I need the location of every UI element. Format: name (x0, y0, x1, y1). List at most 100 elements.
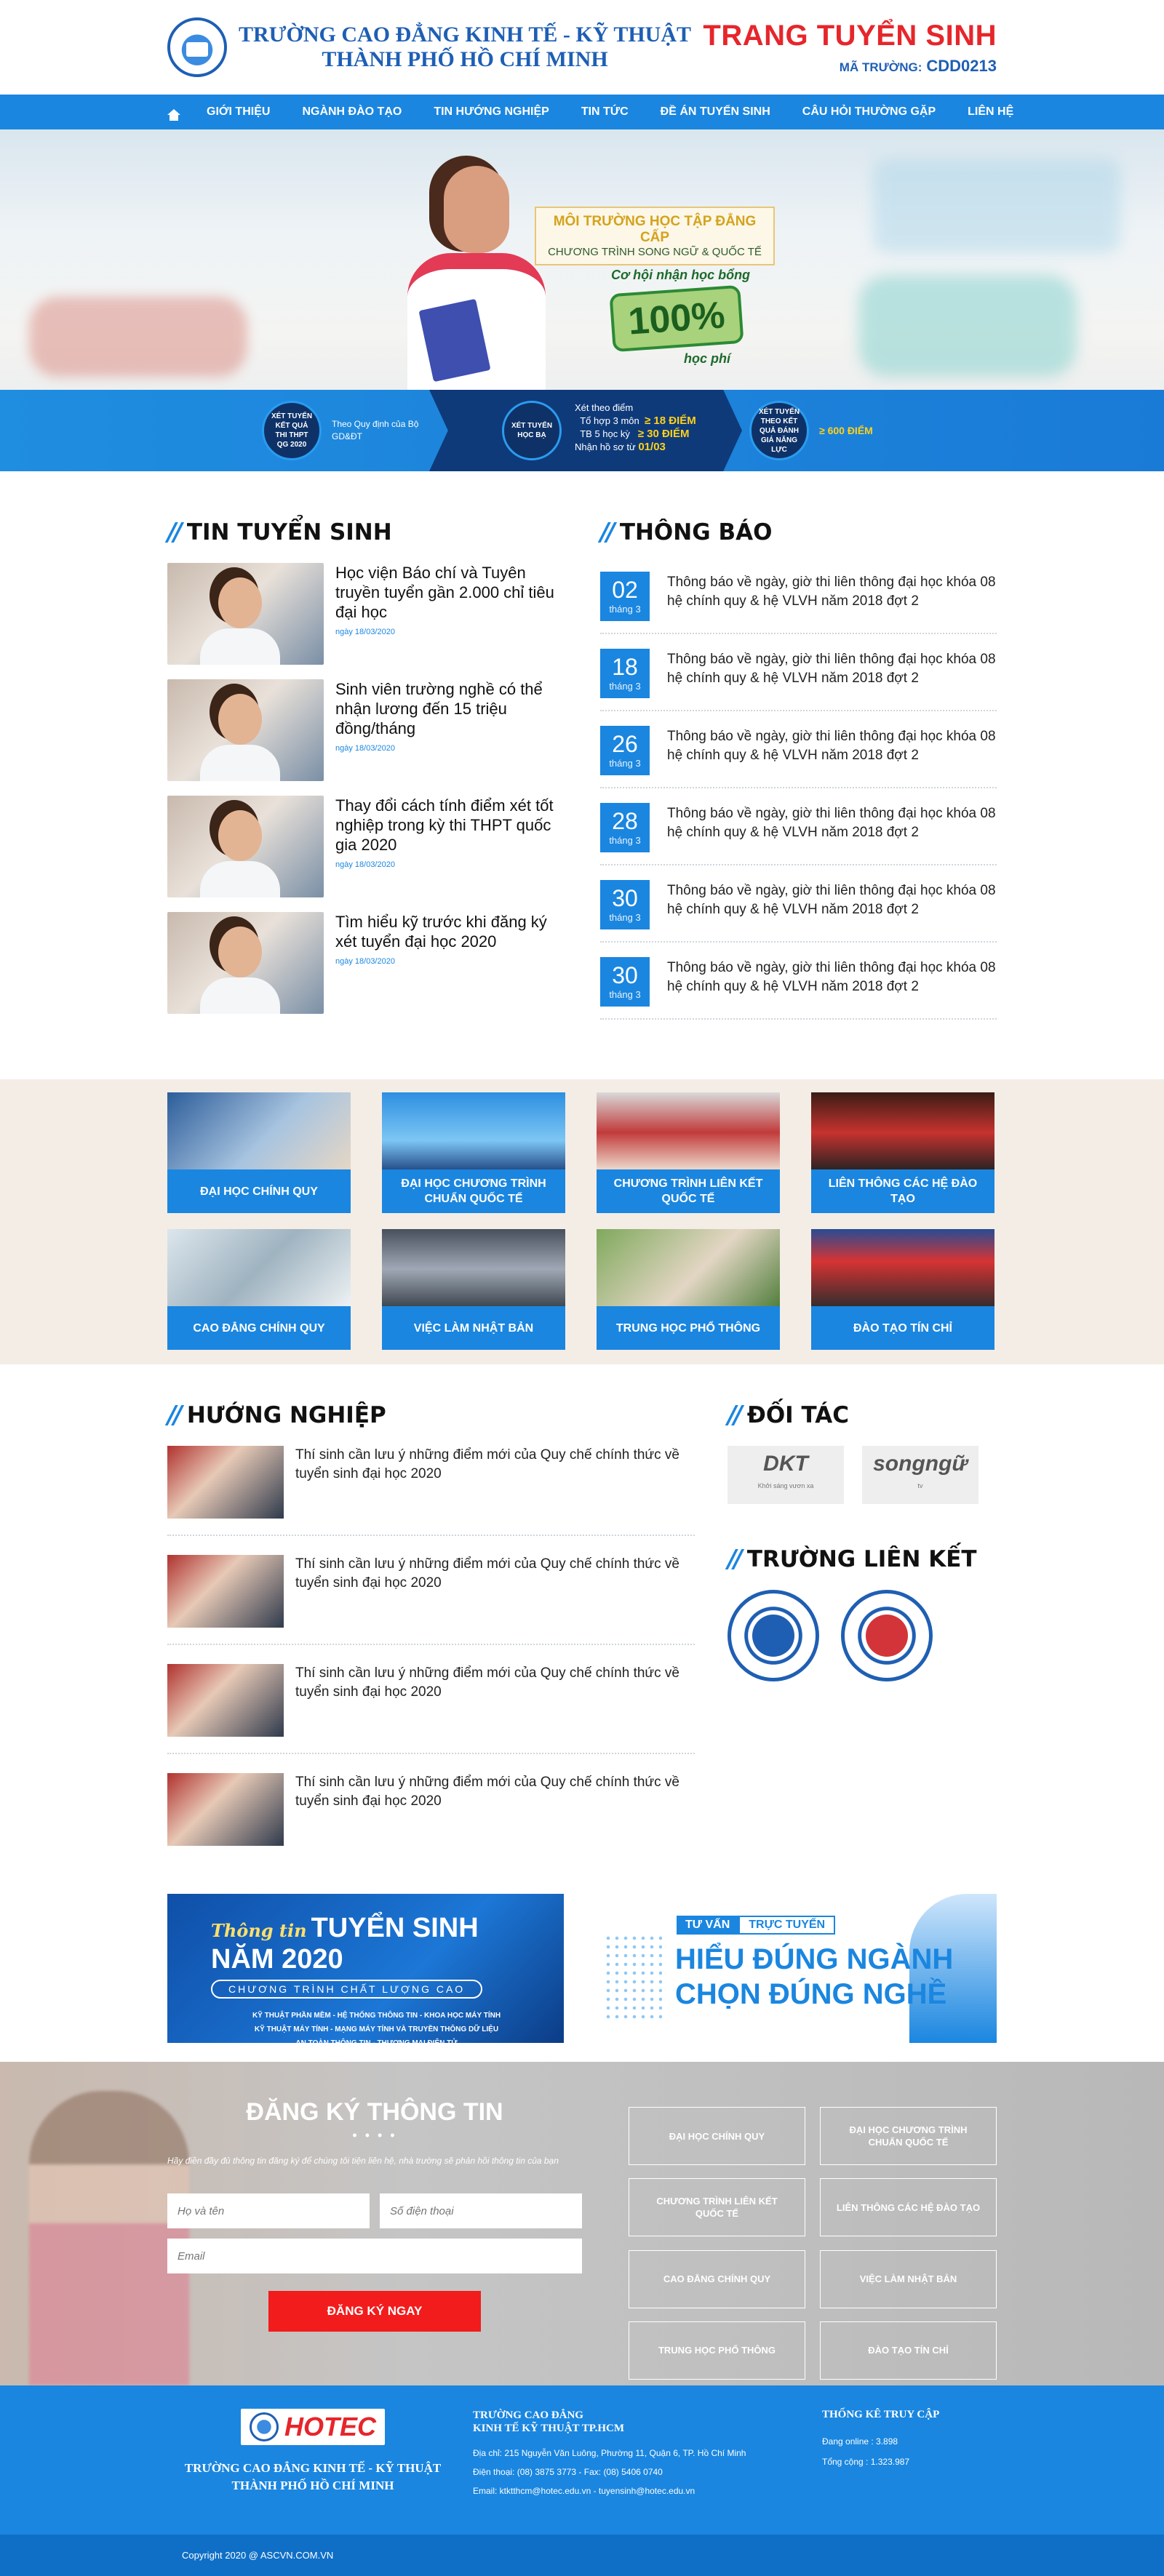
program-card[interactable]: CAO ĐẲNG CHÍNH QUY (167, 1229, 351, 1350)
register-option[interactable]: ĐÀO TẠO TÍN CHỈ (820, 2321, 997, 2380)
school-logo[interactable] (167, 17, 227, 77)
notice-text[interactable]: Thông báo về ngày, giờ thi liên thông đạ… (667, 649, 997, 698)
notice-item[interactable]: 30 tháng 3 Thông báo về ngày, giờ thi liê… (600, 948, 997, 1020)
criteria-thpt: XÉT TUYỂN KẾT QUẢ THI THPT QG 2020 (262, 401, 322, 460)
program-card[interactable]: ĐẠI HỌC CHÍNH QUY (167, 1092, 351, 1213)
program-image[interactable] (167, 1229, 351, 1309)
career-item[interactable]: Thí sinh cần lưu ý những điểm mới của Qu… (167, 1664, 695, 1754)
online-advice-banner[interactable]: TƯ VẤN TRỰC TUYẾN HIỂU ĐÚNG NGÀNH CHỌN Đ… (589, 1894, 997, 2043)
news-item[interactable]: Học viện Báo chí và Tuyên truyền tuyển g… (167, 563, 571, 665)
program-card[interactable]: LIÊN THÔNG CÁC HỆ ĐÀO TẠO (811, 1092, 994, 1213)
register-option[interactable]: LIÊN THÔNG CÁC HỆ ĐÀO TẠO (820, 2178, 997, 2237)
register-button[interactable]: ĐĂNG KÝ NGAY (268, 2291, 481, 2332)
register-option[interactable]: VIỆC LÀM NHẬT BẢN (820, 2249, 997, 2308)
notice-item[interactable]: 30 tháng 3 Thông báo về ngày, giờ thi liê… (600, 871, 997, 943)
recruit-title: TRANG TUYỂN SINH (703, 19, 997, 52)
linked-school-logo-university[interactable] (841, 1590, 933, 1681)
criteria-line-4: Nhận hồ sơ từ 01/03 (575, 441, 666, 453)
register-option[interactable]: CHƯƠNG TRÌNH LIÊN KẾT QUỐC TẾ (629, 2178, 805, 2237)
register-option[interactable]: ĐẠI HỌC CHƯƠNG TRÌNH CHUẨN QUỐC TẾ (820, 2107, 997, 2165)
career-item-title[interactable]: Thí sinh cần lưu ý những điểm mới của Qu… (295, 1773, 695, 1846)
program-card[interactable]: CHƯƠNG TRÌNH LIÊN KẾT QUỐC TẾ (597, 1092, 780, 1213)
news-item[interactable]: Tìm hiểu kỹ trước khi đăng ký xét tuyển … (167, 912, 571, 1014)
program-label[interactable]: VIỆC LÀM NHẬT BẢN (382, 1306, 565, 1350)
program-image[interactable] (167, 1092, 351, 1172)
criteria-thpt-note: Theo Quy định của Bộ GD&ĐT (332, 419, 419, 441)
program-label[interactable]: TRUNG HỌC PHỔ THÔNG (597, 1306, 780, 1350)
nav-item-de-an-tuyen-sinh[interactable]: Đề án tuyển sinh (645, 95, 786, 129)
footer-logo[interactable]: HOTEC (241, 2409, 385, 2445)
program-card[interactable]: ĐÀO TẠO TÍN CHỈ (811, 1229, 994, 1350)
news-thumbnail[interactable] (167, 796, 324, 897)
career-item[interactable]: Thí sinh cần lưu ý những điểm mới của Qu… (167, 1773, 695, 1862)
program-label[interactable]: CAO ĐẲNG CHÍNH QUY (167, 1306, 351, 1350)
career-thumbnail[interactable] (167, 1446, 284, 1519)
banner-pill: CHƯƠNG TRÌNH CHẤT LƯỢNG CAO (211, 1980, 483, 1999)
program-label[interactable]: CHƯƠNG TRÌNH LIÊN KẾT QUỐC TẾ (597, 1169, 780, 1213)
career-thumbnail[interactable] (167, 1664, 284, 1737)
hero-scholarship-text: Cơ hội nhận học bổng (611, 268, 751, 282)
notice-item[interactable]: 28 tháng 3 Thông báo về ngày, giờ thi liê… (600, 794, 997, 865)
career-item-title[interactable]: Thí sinh cần lưu ý những điểm mới của Qu… (295, 1555, 695, 1628)
program-image[interactable] (811, 1092, 994, 1172)
nav-item-tin-huong-nghiep[interactable]: Tin hướng nghiệp (418, 95, 565, 129)
register-option[interactable]: TRUNG HỌC PHỔ THÔNG (629, 2321, 805, 2380)
program-label[interactable]: LIÊN THÔNG CÁC HỆ ĐÀO TẠO (811, 1169, 994, 1213)
home-icon[interactable] (167, 95, 180, 129)
register-option[interactable]: ĐẠI HỌC CHÍNH QUY (629, 2107, 805, 2165)
nav-item-lien-he[interactable]: Liên hệ (952, 95, 1029, 129)
program-image[interactable] (811, 1229, 994, 1309)
notice-text[interactable]: Thông báo về ngày, giờ thi liên thông đạ… (667, 880, 997, 929)
news-title[interactable]: Thay đổi cách tính điểm xét tốt nghiệp t… (335, 796, 571, 855)
partner-logo-dkt[interactable]: DKT Khởi sáng vươn xa (728, 1446, 844, 1504)
nav-item-nganh-dao-tao[interactable]: Ngành đào tạo (286, 95, 418, 129)
notice-text[interactable]: Thông báo về ngày, giờ thi liên thông đạ… (667, 803, 997, 852)
program-image[interactable] (597, 1092, 780, 1172)
career-item[interactable]: Thí sinh cần lưu ý những điểm mới của Qu… (167, 1555, 695, 1645)
nav-item-tin-tuc[interactable]: Tin tức (565, 95, 645, 129)
news-item[interactable]: Thay đổi cách tính điểm xét tốt nghiệp t… (167, 796, 571, 897)
program-label[interactable]: ĐÀO TẠO TÍN CHỈ (811, 1306, 994, 1350)
nav-item-gioi-thieu[interactable]: Giới thiệu (191, 95, 286, 129)
notice-item[interactable]: 18 tháng 3 Thông báo về ngày, giờ thi liê… (600, 640, 997, 711)
linked-schools-title: //TRƯỜNG LIÊN KẾT (728, 1545, 977, 1574)
news-thumbnail[interactable] (167, 679, 324, 781)
news-title[interactable]: Học viện Báo chí và Tuyên truyền tuyển g… (335, 563, 571, 622)
admission-2020-banner[interactable]: Thông tin TUYỂN SINH NĂM 2020 CHƯƠNG TRÌN… (167, 1894, 564, 2061)
notice-text[interactable]: Thông báo về ngày, giờ thi liên thông đạ… (667, 957, 997, 1007)
career-item[interactable]: Thí sinh cần lưu ý những điểm mới của Qu… (167, 1446, 695, 1536)
nav-item-cau-hoi[interactable]: Câu hỏi thường gặp (786, 95, 952, 129)
email-input[interactable] (167, 2239, 582, 2273)
linked-school-logo-hufi[interactable] (728, 1590, 819, 1681)
news-thumbnail[interactable] (167, 912, 324, 1014)
program-label[interactable]: ĐẠI HỌC CHÍNH QUY (167, 1169, 351, 1213)
program-image[interactable] (382, 1092, 565, 1172)
notice-text[interactable]: Thông báo về ngày, giờ thi liên thông đạ… (667, 726, 997, 775)
program-image[interactable] (382, 1229, 565, 1309)
news-thumbnail[interactable] (167, 563, 324, 665)
news-item[interactable]: Sinh viên trường nghề có thể nhận lương … (167, 679, 571, 781)
notice-item[interactable]: 02 tháng 3 Thông báo về ngày, giờ thi liê… (600, 563, 997, 634)
news-title[interactable]: Sinh viên trường nghề có thể nhận lương … (335, 679, 571, 738)
career-item-title[interactable]: Thí sinh cần lưu ý những điểm mới của Qu… (295, 1664, 695, 1737)
phone-input[interactable] (380, 2193, 582, 2228)
register-subtitle: Hãy điền đầy đủ thông tin đăng ký để chú… (167, 2156, 559, 2166)
partner-logo-songngu[interactable]: songngữ tv (862, 1446, 978, 1504)
register-option[interactable]: CAO ĐẲNG CHÍNH QUY (629, 2249, 805, 2308)
brand[interactable]: Trường Cao Đẳng Kinh Tế - Kỹ Thuật Thành… (167, 17, 691, 77)
name-input[interactable] (167, 2193, 370, 2228)
news-title[interactable]: Tìm hiểu kỹ trước khi đăng ký xét tuyển … (335, 912, 571, 951)
footer-email[interactable]: Email: ktktthcm@hotec.edu.vn - tuyensinh… (473, 2481, 822, 2500)
notice-item[interactable]: 26 tháng 3 Thông báo về ngày, giờ thi liê… (600, 717, 997, 788)
program-label[interactable]: ĐẠI HỌC CHƯƠNG TRÌNH CHUẨN QUỐC TẾ (382, 1169, 565, 1213)
career-item-title[interactable]: Thí sinh cần lưu ý những điểm mới của Qu… (295, 1446, 695, 1519)
hero-banner[interactable]: MÔI TRƯỜNG HỌC TẬP ĐẲNG CẤP CHƯƠNG TRÌNH… (0, 129, 1164, 471)
program-card[interactable]: ĐẠI HỌC CHƯƠNG TRÌNH CHUẨN QUỐC TẾ (382, 1092, 565, 1213)
career-thumbnail[interactable] (167, 1555, 284, 1628)
program-card[interactable]: TRUNG HỌC PHỔ THÔNG (597, 1229, 780, 1350)
program-image[interactable] (597, 1229, 780, 1309)
banner-line: KỸ THUẬT MÁY TÍNH - MẠNG MÁY TÍNH VÀ TRU… (254, 2025, 499, 2033)
career-thumbnail[interactable] (167, 1773, 284, 1846)
program-card[interactable]: VIỆC LÀM NHẬT BẢN (382, 1229, 565, 1350)
notice-text[interactable]: Thông báo về ngày, giờ thi liên thông đạ… (667, 572, 997, 621)
